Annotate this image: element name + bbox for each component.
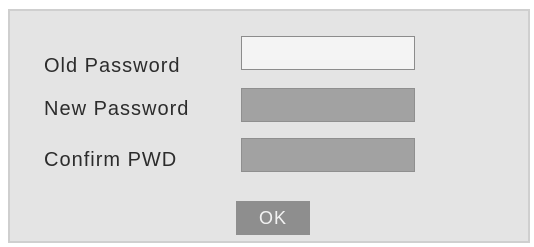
change-password-dialog: Old Password New Password Confirm PWD OK	[8, 9, 530, 243]
ok-button-label: OK	[258, 207, 287, 228]
ok-button[interactable]: OK	[236, 201, 310, 235]
confirm-password-label: Confirm PWD	[44, 149, 178, 171]
old-password-field[interactable]	[241, 36, 415, 70]
confirm-password-field[interactable]	[241, 138, 415, 172]
new-password-label: New Password	[44, 98, 190, 120]
new-password-field[interactable]	[241, 88, 415, 122]
old-password-label: Old Password	[44, 55, 181, 77]
